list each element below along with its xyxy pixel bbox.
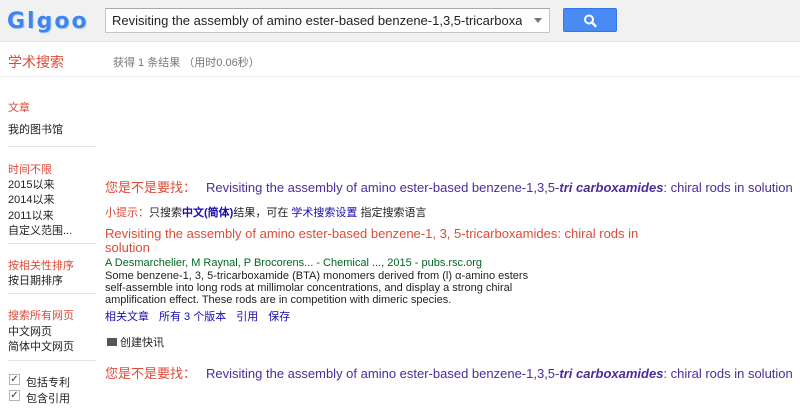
all-versions-link[interactable]: 所有 3 个版本 (159, 311, 226, 323)
related-articles-link[interactable]: 相关文章 (105, 311, 149, 323)
did-you-mean-prefix: 您是不是要找： (105, 366, 197, 381)
envelope-icon (107, 338, 117, 346)
top-bar: Glgoo Revisiting the assembly of amino e… (0, 0, 800, 42)
sidebar-item-custom-range[interactable]: 自定义范围... (8, 222, 72, 238)
sidebar-item-simplified-web[interactable]: 简体中文网页 (8, 338, 74, 354)
result-actions: 相关文章 所有 3 个版本 引用 保存 (105, 308, 300, 324)
sidebar-divider (8, 293, 96, 294)
include-citations-checkbox[interactable]: ✓ (9, 390, 20, 401)
cite-link[interactable]: 引用 (236, 311, 258, 323)
sidebar-item-since-2011[interactable]: 2011以来 (8, 207, 54, 223)
chevron-down-icon[interactable] (531, 12, 545, 28)
page-title[interactable]: 学术搜索 (8, 52, 64, 72)
save-link[interactable]: 保存 (268, 311, 290, 323)
tip-text-b: 结果，可在 (233, 207, 289, 219)
sidebar-divider (8, 243, 96, 244)
did-you-mean-text-b[interactable]: : chiral rods in solution (663, 180, 792, 195)
did-you-mean: 您是不是要找： Revisiting the assembly of amino … (105, 177, 793, 196)
did-you-mean-text-a[interactable]: Revisiting the assembly of amino ester-b… (206, 366, 559, 381)
result-stats: 获得 1 条结果 （用时0.06秒） (113, 57, 260, 69)
create-alert-link[interactable]: 创建快讯 (107, 334, 164, 350)
did-you-mean-prefix: 您是不是要找： (105, 180, 197, 195)
sidebar-item-sort-relevance[interactable]: 按相关性排序 (8, 257, 74, 273)
did-you-mean-link[interactable]: Revisiting the assembly of amino ester-b… (206, 366, 793, 381)
did-you-mean-text-bold[interactable]: tri carboxamides (559, 180, 663, 195)
result-meta: A Desmarchelier, M Raynal, P Brocorens..… (105, 257, 483, 269)
sidebar-item-all-web[interactable]: 搜索所有网页 (8, 307, 74, 323)
include-patents-label[interactable]: 包括专利 (26, 374, 70, 390)
search-button[interactable] (563, 8, 617, 32)
sidebar-item-time-any[interactable]: 时间不限 (8, 161, 52, 177)
include-patents-checkbox[interactable]: ✓ (9, 374, 20, 385)
sidebar-item-library[interactable]: 我的图书馆 (8, 121, 63, 137)
did-you-mean-text-a[interactable]: Revisiting the assembly of amino ester-b… (206, 180, 559, 195)
logo[interactable]: Glgoo (7, 9, 89, 34)
did-you-mean-link[interactable]: Revisiting the assembly of amino ester-b… (206, 180, 793, 195)
sidebar-item-articles[interactable]: 文章 (8, 99, 30, 115)
sidebar-item-sort-date[interactable]: 按日期排序 (8, 272, 63, 288)
result-title-link[interactable]: Revisiting the assembly of amino ester-b… (105, 227, 645, 255)
sidebar-item-since-2014[interactable]: 2014以来 (8, 191, 54, 207)
tip-text-c: 指定搜索语言 (360, 207, 427, 219)
did-you-mean: 您是不是要找： Revisiting the assembly of amino … (105, 363, 793, 382)
tip-text-a: 只搜索 (149, 207, 182, 219)
sidebar-divider (8, 146, 96, 147)
sidebar-item-chinese-web[interactable]: 中文网页 (8, 323, 52, 339)
tip-language[interactable]: 中文(简体) (182, 207, 233, 219)
did-you-mean-text-b[interactable]: : chiral rods in solution (663, 366, 792, 381)
create-alert-label[interactable]: 创建快讯 (120, 337, 164, 349)
scholar-settings-link[interactable]: 学术搜索设置 (291, 207, 357, 219)
language-tip: 小提示：只搜索中文(简体)结果，可在 学术搜索设置 指定搜索语言 (105, 204, 426, 220)
sidebar-divider (8, 360, 96, 361)
result-snippet: Some benzene-1, 3, 5-tricarboxamide (BTA… (105, 270, 529, 306)
search-input-value[interactable]: Revisiting the assembly of amino ester-b… (112, 13, 522, 28)
sub-header: 学术搜索 获得 1 条结果 （用时0.06秒） (0, 43, 800, 77)
include-citations-label[interactable]: 包含引用 (26, 390, 70, 406)
search-icon (584, 14, 597, 28)
search-input[interactable]: Revisiting the assembly of amino ester-b… (105, 8, 550, 33)
tip-label: 小提示： (105, 207, 149, 219)
did-you-mean-text-bold[interactable]: tri carboxamides (559, 366, 663, 381)
sidebar-item-since-2015[interactable]: 2015以来 (8, 176, 54, 192)
